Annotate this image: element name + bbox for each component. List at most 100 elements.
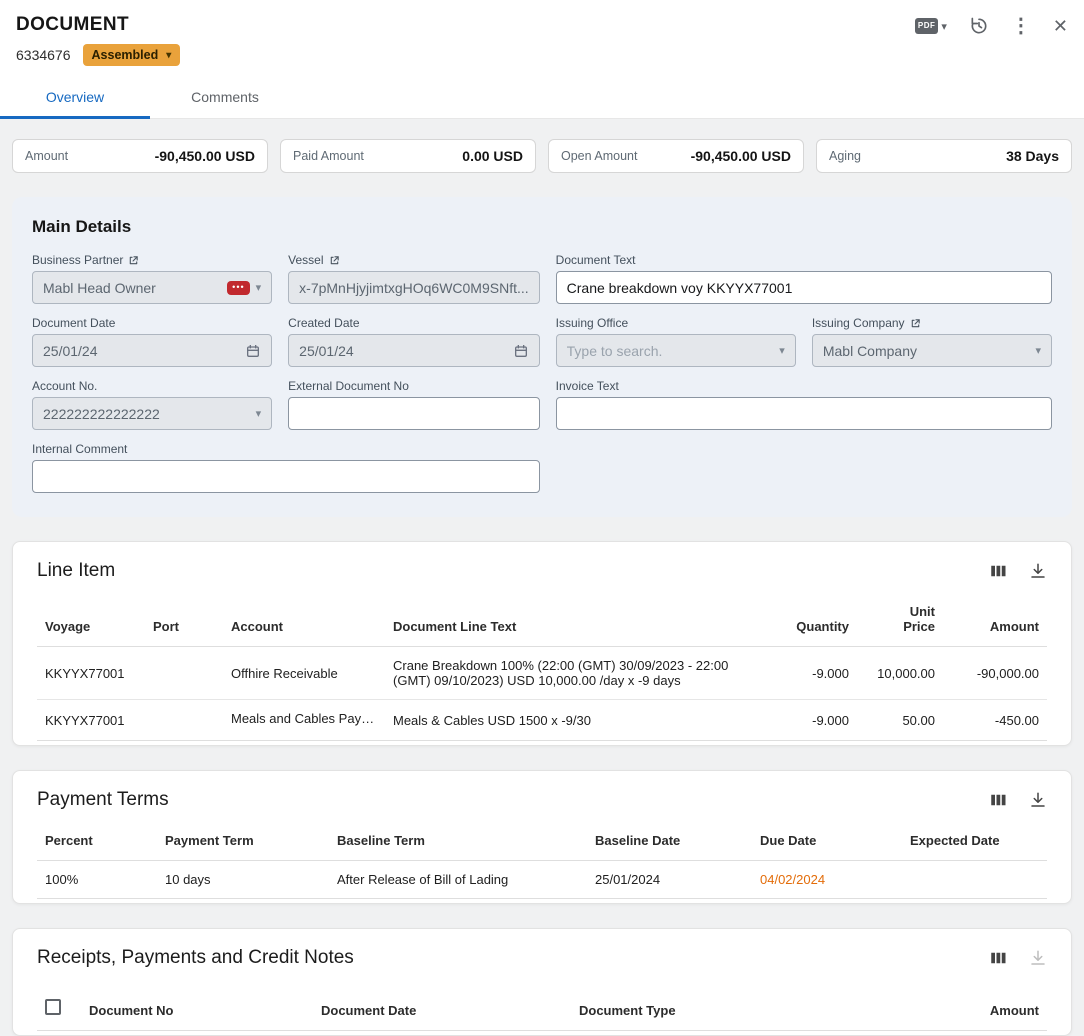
field-label: Created Date xyxy=(288,316,359,330)
col-due-date: Due Date xyxy=(752,817,902,861)
document-date-input: 25/01/24 xyxy=(32,334,272,367)
external-link-icon[interactable] xyxy=(128,255,139,266)
invoice-text-input[interactable] xyxy=(556,397,1052,430)
section-title: Line Item xyxy=(37,560,115,582)
section-title: Receipts, Payments and Credit Notes xyxy=(37,947,354,969)
kebab-menu-icon: ⋮ xyxy=(1011,16,1031,36)
payment-terms-section: Payment Terms Percent Payment Term Basel… xyxy=(12,770,1072,904)
col-document-date: Document Date xyxy=(313,983,571,1031)
history-icon xyxy=(969,16,989,36)
account-no-select: 222222222222222 ▾ xyxy=(32,397,272,430)
issuing-office-placeholder: Type to search. xyxy=(567,343,774,359)
col-expected-date: Expected Date xyxy=(902,817,1047,861)
field-invoice-text: Invoice Text xyxy=(556,379,1052,430)
manage-columns-icon xyxy=(989,791,1007,809)
field-label: Invoice Text xyxy=(556,379,619,393)
cell-port xyxy=(145,647,223,700)
manage-columns-button[interactable] xyxy=(989,949,1007,967)
summary-label: Paid Amount xyxy=(293,149,364,163)
field-issuing-company: Issuing Company Mabl Company ▾ xyxy=(812,316,1052,367)
col-document-no: Document No xyxy=(81,983,313,1031)
line-item-table: Voyage Port Account Document Line Text Q… xyxy=(37,588,1047,741)
cell-due-date: 04/02/2024 xyxy=(752,861,902,899)
col-unit-price: Unit Price xyxy=(857,588,943,647)
download-icon xyxy=(1029,949,1047,967)
col-port: Port xyxy=(145,588,223,647)
receipts-table: Document No Document Date Document Type … xyxy=(37,983,1047,1031)
chevron-down-icon: ▾ xyxy=(941,20,947,33)
download-button[interactable] xyxy=(1029,791,1047,809)
cell-payment-term: 10 days xyxy=(157,861,329,899)
external-document-no-input[interactable] xyxy=(288,397,540,430)
select-all-checkbox[interactable] xyxy=(45,999,61,1015)
col-voyage: Voyage xyxy=(37,588,145,647)
header-actions: PDF ▾ ⋮ ✕ xyxy=(915,16,1068,36)
table-header-row: Percent Payment Term Baseline Term Basel… xyxy=(37,817,1047,861)
manage-columns-button[interactable] xyxy=(989,562,1007,580)
header: DOCUMENT PDF ▾ ⋮ ✕ 6334 xyxy=(0,0,1084,119)
download-icon xyxy=(1029,791,1047,809)
field-vessel: Vessel x-7pMnHjyjimtxgHOq6WC0M9SNft... xyxy=(288,253,540,304)
summary-card-open-amount: Open Amount -90,450.00 USD xyxy=(548,139,804,173)
more-menu-button[interactable]: ⋮ xyxy=(1011,16,1031,36)
cell-amount: -90,000.00 xyxy=(943,647,1047,700)
tab-overview[interactable]: Overview xyxy=(0,78,150,118)
field-internal-comment: Internal Comment xyxy=(32,442,540,493)
business-partner-value: Mabl Head Owner xyxy=(43,280,221,296)
vessel-input: x-7pMnHjyjimtxgHOq6WC0M9SNft... xyxy=(288,271,540,304)
table-header-row: Voyage Port Account Document Line Text Q… xyxy=(37,588,1047,647)
cell-baseline-term: After Release of Bill of Lading xyxy=(329,861,587,899)
col-account: Account xyxy=(223,588,385,647)
col-select xyxy=(37,983,81,1031)
external-link-icon[interactable] xyxy=(329,255,340,266)
cell-quantity: -9.000 xyxy=(769,700,857,741)
cell-document-line-text: Meals & Cables USD 1500 x -9/30 xyxy=(385,700,769,741)
col-baseline-term: Baseline Term xyxy=(329,817,587,861)
document-page: DOCUMENT PDF ▾ ⋮ ✕ 6334 xyxy=(0,0,1084,1036)
cell-voyage: KKYYX77001 xyxy=(37,647,145,700)
history-button[interactable] xyxy=(969,16,989,36)
chevron-down-icon: ▾ xyxy=(256,281,262,294)
tab-comments[interactable]: Comments xyxy=(150,78,300,118)
cell-document-line-text: Crane Breakdown 100% (22:00 (GMT) 30/09/… xyxy=(385,647,769,700)
fields-grid: Business Partner Mabl Head Owner ••• ▾ V… xyxy=(32,253,1052,493)
cell-baseline-date: 25/01/2024 xyxy=(587,861,752,899)
download-button xyxy=(1029,949,1047,967)
close-button[interactable]: ✕ xyxy=(1053,17,1068,35)
status-badge[interactable]: Assembled ▾ xyxy=(83,44,181,66)
manage-columns-button[interactable] xyxy=(989,791,1007,809)
chevron-down-icon: ▾ xyxy=(256,407,262,420)
pdf-icon: PDF xyxy=(915,18,939,34)
internal-comment-input[interactable] xyxy=(32,460,540,493)
manage-columns-icon xyxy=(989,562,1007,580)
cell-amount: -450.00 xyxy=(943,700,1047,741)
calendar-icon xyxy=(245,343,261,359)
field-label: Document Date xyxy=(32,316,115,330)
summary-value: -90,450.00 USD xyxy=(155,148,255,164)
summary-cards: Amount -90,450.00 USD Paid Amount 0.00 U… xyxy=(12,139,1072,173)
issuing-office-select: Type to search. ▾ xyxy=(556,334,796,367)
close-icon: ✕ xyxy=(1053,17,1068,35)
vessel-value: x-7pMnHjyjimtxgHOq6WC0M9SNft... xyxy=(299,280,529,296)
cell-unit-price: 10,000.00 xyxy=(857,647,943,700)
export-pdf-button[interactable]: PDF ▾ xyxy=(915,18,947,34)
summary-card-aging: Aging 38 Days xyxy=(816,139,1072,173)
document-date-value: 25/01/24 xyxy=(43,343,239,359)
chevron-down-icon: ▾ xyxy=(1035,344,1041,357)
summary-card-amount: Amount -90,450.00 USD xyxy=(12,139,268,173)
tab-bar: Overview Comments xyxy=(0,78,1084,119)
download-button[interactable] xyxy=(1029,562,1047,580)
document-subheader: 6334676 Assembled ▾ xyxy=(16,44,1068,66)
page-title: DOCUMENT xyxy=(16,14,129,36)
issuing-company-select: Mabl Company ▾ xyxy=(812,334,1052,367)
line-item-section: Line Item Voyage Port Account Document L… xyxy=(12,541,1072,746)
col-amount: Amount xyxy=(943,588,1047,647)
partner-options-badge[interactable]: ••• xyxy=(227,281,249,295)
issuing-company-value: Mabl Company xyxy=(823,343,1030,359)
col-percent: Percent xyxy=(37,817,157,861)
main-details-section: Main Details Business Partner Mabl Head … xyxy=(12,197,1072,517)
external-link-icon[interactable] xyxy=(910,318,921,329)
document-text-input[interactable] xyxy=(556,271,1052,304)
calendar-icon xyxy=(513,343,529,359)
field-document-date: Document Date 25/01/24 xyxy=(32,316,272,367)
